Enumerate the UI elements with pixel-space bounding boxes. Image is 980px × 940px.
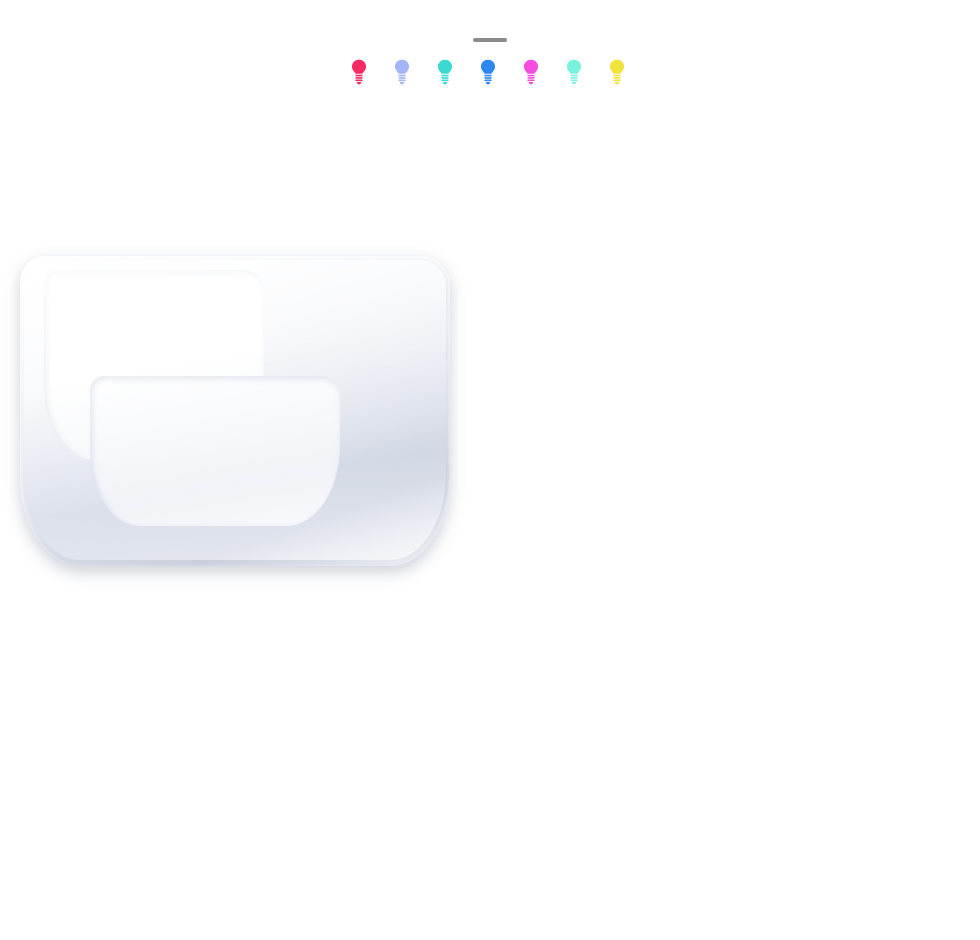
radio-stack-group-1 (0, 248, 980, 588)
title-divider-wrap (0, 38, 980, 42)
bezel-wing-cutout (90, 376, 340, 526)
radio-stack-group-2 (0, 600, 980, 940)
lightbulb-icon (436, 58, 454, 86)
legend-item-cyan (436, 58, 458, 86)
lightbulb-icon (479, 58, 497, 86)
lightbulb-icon (522, 58, 540, 86)
title-divider (473, 38, 507, 42)
legend-item-light-cyan (565, 58, 587, 86)
colorful-lights-page (0, 0, 980, 940)
legend-item-blue (479, 58, 501, 86)
legend-item-Light-blue (393, 58, 415, 86)
lightbulb-icon (350, 58, 368, 86)
color-legend (0, 58, 980, 86)
lightbulb-icon (565, 58, 583, 86)
unit-bezel (20, 256, 450, 566)
legend-item-red (350, 58, 372, 86)
radio-unit-stack (0, 248, 980, 588)
legend-item-pink (522, 58, 544, 86)
lightbulb-icon (608, 58, 626, 86)
lightbulb-icon (393, 58, 411, 86)
legend-item-yellow (608, 58, 630, 86)
radio-unit-stack (0, 600, 980, 940)
page-header (0, 0, 980, 86)
